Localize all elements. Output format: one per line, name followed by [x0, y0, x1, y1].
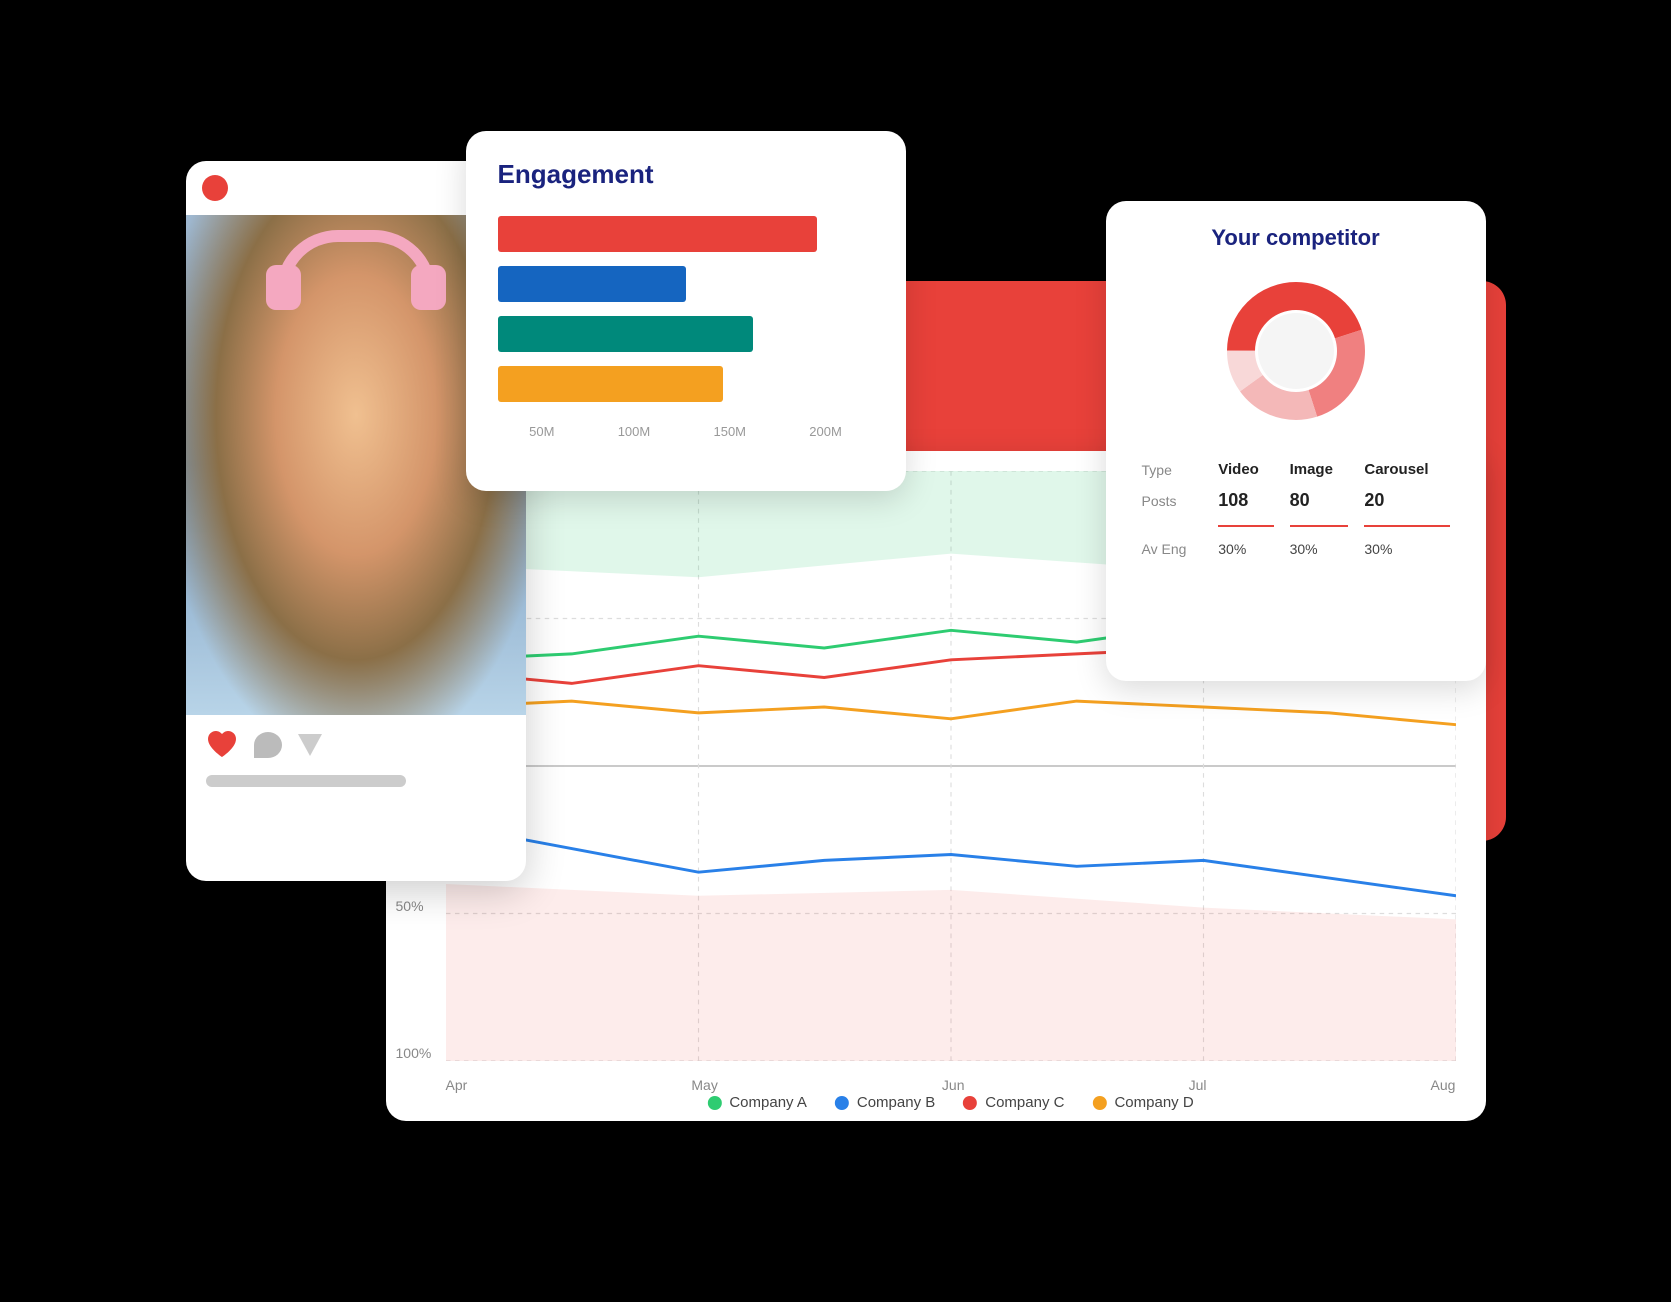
bar-row-red: [498, 214, 874, 254]
heart-icon[interactable]: [206, 731, 238, 759]
bar-red: [498, 216, 818, 252]
chart-legend: Company A Company B Company C Company D: [707, 1094, 1193, 1111]
red-divider-image: [1290, 525, 1349, 527]
red-line-row: [1134, 517, 1458, 535]
av-eng-row: Av Eng 30% 30% 30%: [1134, 535, 1458, 563]
legend-company-b: Company B: [835, 1094, 935, 1111]
bar-row-blue: [498, 264, 874, 304]
headphone-right-ear: [411, 265, 446, 310]
legend-label-c: Company C: [985, 1094, 1064, 1111]
av-eng-label: Av Eng: [1134, 535, 1211, 563]
engagement-title: Engagement: [498, 159, 874, 190]
video-header: Video: [1210, 455, 1281, 484]
y-label-bot: 100%: [396, 1045, 432, 1061]
legend-dot-d: [1092, 1096, 1106, 1110]
posts-video-value: 108: [1210, 484, 1281, 517]
legend-dot-b: [835, 1096, 849, 1110]
x-label-may: May: [691, 1077, 717, 1093]
share-icon[interactable]: [298, 734, 322, 756]
bar-teal: [498, 316, 754, 352]
posts-image-value: 80: [1282, 484, 1357, 517]
x-axis-labels: Apr May Jun Jul Aug: [446, 1077, 1456, 1093]
table-header-row: Type Video Image Carousel: [1134, 455, 1458, 484]
legend-dot-c: [963, 1096, 977, 1110]
competitor-card: Your competitor Type Video: [1106, 201, 1486, 681]
axis-label-50m: 50M: [529, 424, 554, 439]
axis-label-150m: 150M: [713, 424, 746, 439]
record-dot: [202, 175, 228, 201]
x-label-apr: Apr: [446, 1077, 468, 1093]
legend-dot-a: [707, 1096, 721, 1110]
av-eng-video-value: 30%: [1210, 535, 1281, 563]
competitor-title: Your competitor: [1134, 225, 1458, 251]
competitor-table: Type Video Image Carousel Posts 108 80 2…: [1134, 455, 1458, 563]
headphones-icon: [266, 230, 446, 310]
av-eng-carousel-value: 30%: [1356, 535, 1457, 563]
legend-label-a: Company A: [729, 1094, 807, 1111]
red-divider-carousel: [1364, 525, 1449, 527]
engagement-card: Engagement 50M 100M 150M 200M: [466, 131, 906, 491]
donut-chart-svg: [1216, 271, 1376, 431]
engagement-bar-chart: [498, 214, 874, 404]
x-label-jun: Jun: [942, 1077, 965, 1093]
bar-row-gold: [498, 364, 874, 404]
posts-carousel-value: 20: [1356, 484, 1457, 517]
posts-row: Posts 108 80 20: [1134, 484, 1458, 517]
y-label-mid-bot: 50%: [396, 898, 432, 914]
av-eng-image-value: 30%: [1282, 535, 1357, 563]
social-card-actions[interactable]: [186, 715, 526, 775]
posts-label: Posts: [1134, 484, 1211, 517]
legend-label-d: Company D: [1114, 1094, 1193, 1111]
x-label-aug: Aug: [1431, 1077, 1456, 1093]
comment-input-bar[interactable]: [206, 775, 406, 787]
type-label: Type: [1134, 455, 1211, 484]
scene: 100% 50% 50% 100%: [186, 101, 1486, 1201]
bar-blue: [498, 266, 686, 302]
bar-row-teal: [498, 314, 874, 354]
legend-company-a: Company A: [707, 1094, 807, 1111]
axis-label-100m: 100M: [618, 424, 651, 439]
image-header: Image: [1282, 455, 1357, 484]
x-label-jul: Jul: [1189, 1077, 1207, 1093]
legend-company-d: Company D: [1092, 1094, 1193, 1111]
comment-icon[interactable]: [254, 732, 282, 758]
bar-gold: [498, 366, 724, 402]
bar-axis: 50M 100M 150M 200M: [498, 424, 874, 439]
donut-chart-container: [1134, 271, 1458, 431]
legend-label-b: Company B: [857, 1094, 935, 1111]
carousel-header: Carousel: [1356, 455, 1457, 484]
legend-company-c: Company C: [963, 1094, 1064, 1111]
axis-label-200m: 200M: [809, 424, 842, 439]
red-divider-video: [1218, 525, 1273, 527]
